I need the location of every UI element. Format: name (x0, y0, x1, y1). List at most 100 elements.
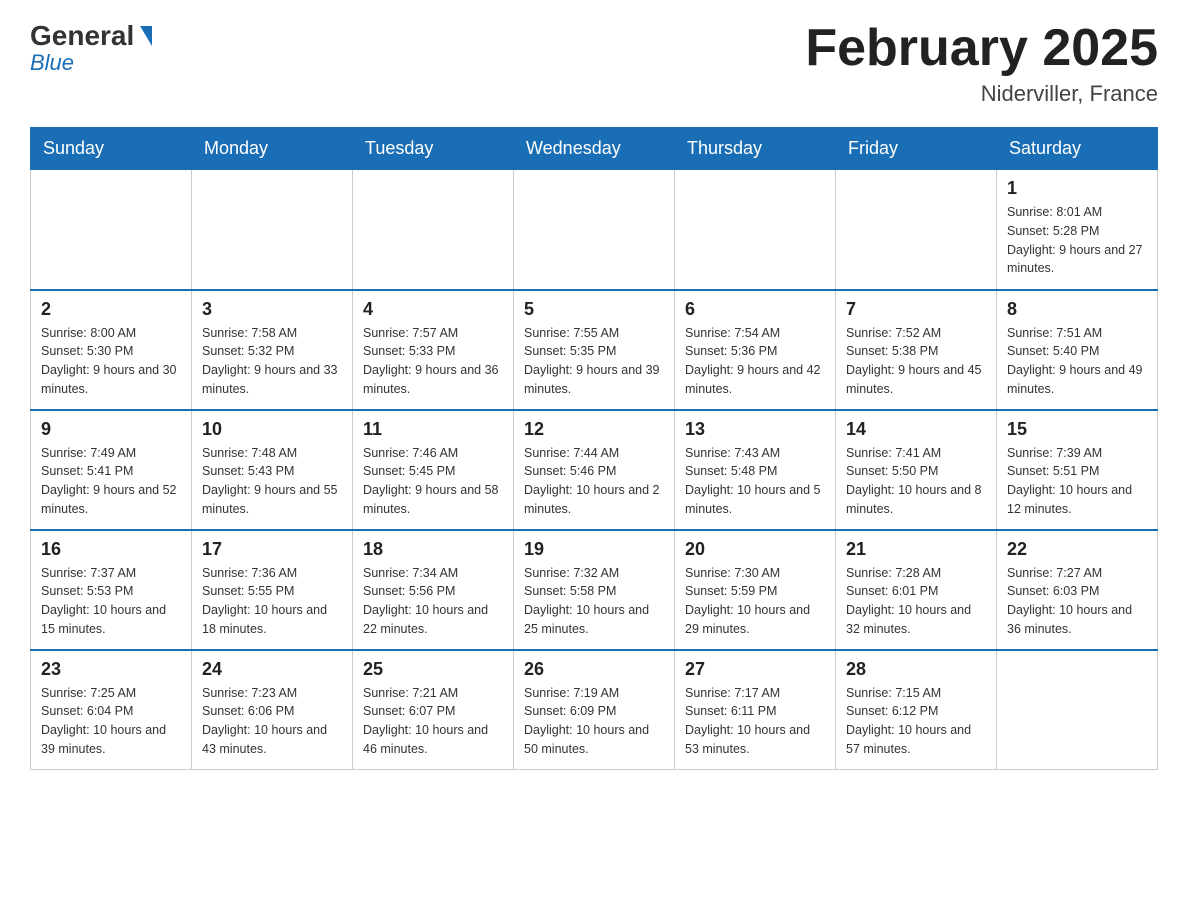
day-number: 22 (1007, 539, 1147, 560)
logo: General Blue (30, 20, 152, 76)
day-info: Sunrise: 7:25 AMSunset: 6:04 PMDaylight:… (41, 684, 181, 759)
day-number: 2 (41, 299, 181, 320)
day-number: 21 (846, 539, 986, 560)
day-info: Sunrise: 7:34 AMSunset: 5:56 PMDaylight:… (363, 564, 503, 639)
day-number: 4 (363, 299, 503, 320)
calendar-table: SundayMondayTuesdayWednesdayThursdayFrid… (30, 127, 1158, 770)
calendar-cell (514, 170, 675, 290)
day-number: 7 (846, 299, 986, 320)
calendar-header-row: SundayMondayTuesdayWednesdayThursdayFrid… (31, 128, 1158, 170)
day-number: 18 (363, 539, 503, 560)
calendar-cell (997, 650, 1158, 770)
day-info: Sunrise: 7:46 AMSunset: 5:45 PMDaylight:… (363, 444, 503, 519)
calendar-cell: 9 Sunrise: 7:49 AMSunset: 5:41 PMDaylight… (31, 410, 192, 530)
calendar-cell: 20Sunrise: 7:30 AMSunset: 5:59 PMDayligh… (675, 530, 836, 650)
day-number: 14 (846, 419, 986, 440)
day-number: 10 (202, 419, 342, 440)
day-info: Sunrise: 7:58 AMSunset: 5:32 PMDaylight:… (202, 324, 342, 399)
calendar-cell: 6 Sunrise: 7:54 AMSunset: 5:36 PMDaylight… (675, 290, 836, 410)
calendar-cell: 17Sunrise: 7:36 AMSunset: 5:55 PMDayligh… (192, 530, 353, 650)
calendar-cell: 8Sunrise: 7:51 AMSunset: 5:40 PMDaylight… (997, 290, 1158, 410)
day-number: 16 (41, 539, 181, 560)
calendar-cell: 1 Sunrise: 8:01 AMSunset: 5:28 PMDaylight… (997, 170, 1158, 290)
week-row-1: 1 Sunrise: 8:01 AMSunset: 5:28 PMDaylight… (31, 170, 1158, 290)
day-number: 11 (363, 419, 503, 440)
day-info: Sunrise: 7:27 AMSunset: 6:03 PMDaylight:… (1007, 564, 1147, 639)
calendar-cell: 26Sunrise: 7:19 AMSunset: 6:09 PMDayligh… (514, 650, 675, 770)
day-number: 12 (524, 419, 664, 440)
day-info: Sunrise: 7:39 AMSunset: 5:51 PMDaylight:… (1007, 444, 1147, 519)
calendar-cell: 7 Sunrise: 7:52 AMSunset: 5:38 PMDaylight… (836, 290, 997, 410)
day-number: 3 (202, 299, 342, 320)
day-info: Sunrise: 7:57 AMSunset: 5:33 PMDaylight:… (363, 324, 503, 399)
week-row-4: 16 Sunrise: 7:37 AMSunset: 5:53 PMDayligh… (31, 530, 1158, 650)
calendar-cell (353, 170, 514, 290)
calendar-cell: 23 Sunrise: 7:25 AMSunset: 6:04 PMDayligh… (31, 650, 192, 770)
title-area: February 2025 Niderviller, France (805, 20, 1158, 107)
weekday-header-sunday: Sunday (31, 128, 192, 170)
weekday-header-friday: Friday (836, 128, 997, 170)
month-title: February 2025 (805, 20, 1158, 77)
day-number: 19 (524, 539, 664, 560)
day-info: Sunrise: 7:19 AMSunset: 6:09 PMDaylight:… (524, 684, 664, 759)
location-text: Niderviller, France (805, 81, 1158, 107)
day-info: Sunrise: 7:23 AMSunset: 6:06 PMDaylight:… (202, 684, 342, 759)
calendar-cell: 13 Sunrise: 7:43 AMSunset: 5:48 PMDayligh… (675, 410, 836, 530)
day-info: Sunrise: 7:48 AMSunset: 5:43 PMDaylight:… (202, 444, 342, 519)
calendar-cell: 12Sunrise: 7:44 AMSunset: 5:46 PMDayligh… (514, 410, 675, 530)
day-number: 23 (41, 659, 181, 680)
calendar-cell: 19 Sunrise: 7:32 AMSunset: 5:58 PMDayligh… (514, 530, 675, 650)
calendar-cell: 27Sunrise: 7:17 AMSunset: 6:11 PMDayligh… (675, 650, 836, 770)
day-info: Sunrise: 7:43 AMSunset: 5:48 PMDaylight:… (685, 444, 825, 519)
weekday-header-saturday: Saturday (997, 128, 1158, 170)
day-info: Sunrise: 7:37 AMSunset: 5:53 PMDaylight:… (41, 564, 181, 639)
week-row-2: 2 Sunrise: 8:00 AMSunset: 5:30 PMDaylight… (31, 290, 1158, 410)
day-info: Sunrise: 8:00 AMSunset: 5:30 PMDaylight:… (41, 324, 181, 399)
day-info: Sunrise: 7:28 AMSunset: 6:01 PMDaylight:… (846, 564, 986, 639)
day-info: Sunrise: 7:17 AMSunset: 6:11 PMDaylight:… (685, 684, 825, 759)
day-info: Sunrise: 7:15 AMSunset: 6:12 PMDaylight:… (846, 684, 986, 759)
day-info: Sunrise: 7:52 AMSunset: 5:38 PMDaylight:… (846, 324, 986, 399)
day-number: 20 (685, 539, 825, 560)
day-number: 5 (524, 299, 664, 320)
day-info: Sunrise: 7:54 AMSunset: 5:36 PMDaylight:… (685, 324, 825, 399)
calendar-cell: 16 Sunrise: 7:37 AMSunset: 5:53 PMDayligh… (31, 530, 192, 650)
calendar-cell: 14 Sunrise: 7:41 AMSunset: 5:50 PMDayligh… (836, 410, 997, 530)
weekday-header-tuesday: Tuesday (353, 128, 514, 170)
day-info: Sunrise: 7:21 AMSunset: 6:07 PMDaylight:… (363, 684, 503, 759)
day-number: 28 (846, 659, 986, 680)
logo-general-text: General (30, 20, 134, 52)
calendar-cell: 25 Sunrise: 7:21 AMSunset: 6:07 PMDayligh… (353, 650, 514, 770)
calendar-cell: 21 Sunrise: 7:28 AMSunset: 6:01 PMDayligh… (836, 530, 997, 650)
calendar-cell (675, 170, 836, 290)
calendar-cell: 3 Sunrise: 7:58 AMSunset: 5:32 PMDaylight… (192, 290, 353, 410)
calendar-cell: 11 Sunrise: 7:46 AMSunset: 5:45 PMDayligh… (353, 410, 514, 530)
day-number: 9 (41, 419, 181, 440)
weekday-header-thursday: Thursday (675, 128, 836, 170)
calendar-cell: 22 Sunrise: 7:27 AMSunset: 6:03 PMDayligh… (997, 530, 1158, 650)
day-number: 15 (1007, 419, 1147, 440)
calendar-cell: 10 Sunrise: 7:48 AMSunset: 5:43 PMDayligh… (192, 410, 353, 530)
week-row-5: 23 Sunrise: 7:25 AMSunset: 6:04 PMDayligh… (31, 650, 1158, 770)
page-header: General Blue February 2025 Niderviller, … (30, 20, 1158, 107)
day-number: 6 (685, 299, 825, 320)
day-number: 13 (685, 419, 825, 440)
calendar-cell (192, 170, 353, 290)
day-info: Sunrise: 7:41 AMSunset: 5:50 PMDaylight:… (846, 444, 986, 519)
calendar-cell (836, 170, 997, 290)
day-number: 25 (363, 659, 503, 680)
day-info: Sunrise: 7:32 AMSunset: 5:58 PMDaylight:… (524, 564, 664, 639)
day-info: Sunrise: 8:01 AMSunset: 5:28 PMDaylight:… (1007, 203, 1147, 278)
calendar-cell: 4 Sunrise: 7:57 AMSunset: 5:33 PMDaylight… (353, 290, 514, 410)
calendar-cell: 18 Sunrise: 7:34 AMSunset: 5:56 PMDayligh… (353, 530, 514, 650)
calendar-cell (31, 170, 192, 290)
day-number: 17 (202, 539, 342, 560)
weekday-header-monday: Monday (192, 128, 353, 170)
day-number: 8 (1007, 299, 1147, 320)
calendar-cell: 5Sunrise: 7:55 AMSunset: 5:35 PMDaylight… (514, 290, 675, 410)
day-number: 24 (202, 659, 342, 680)
week-row-3: 9 Sunrise: 7:49 AMSunset: 5:41 PMDaylight… (31, 410, 1158, 530)
day-info: Sunrise: 7:49 AMSunset: 5:41 PMDaylight:… (41, 444, 181, 519)
day-number: 1 (1007, 178, 1147, 199)
calendar-cell: 15 Sunrise: 7:39 AMSunset: 5:51 PMDayligh… (997, 410, 1158, 530)
